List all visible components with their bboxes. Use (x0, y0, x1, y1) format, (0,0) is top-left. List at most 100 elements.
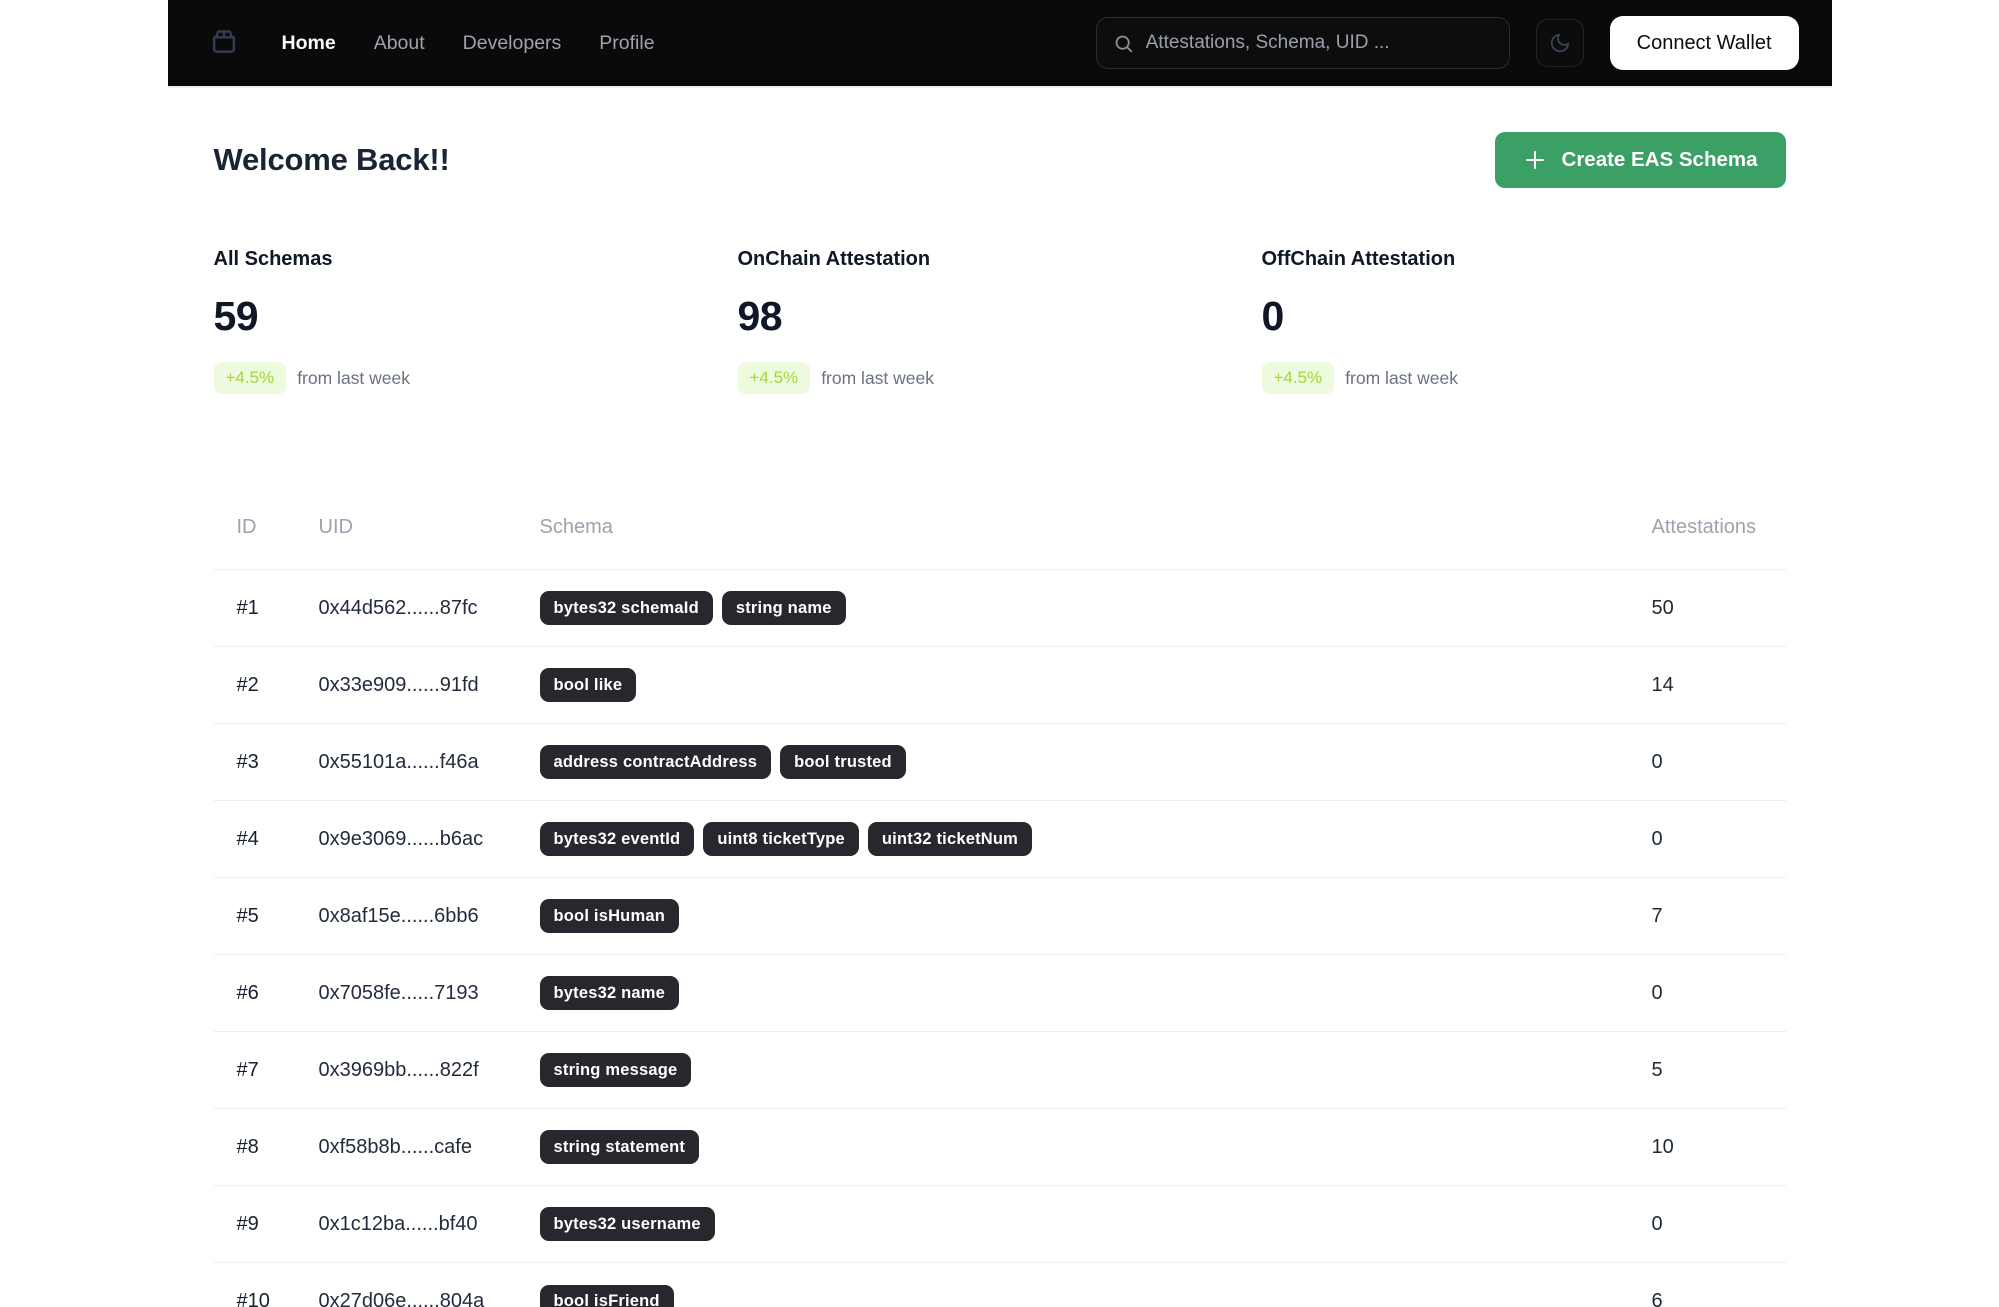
stat-card: All Schemas 59 +4.5% from last week (213, 248, 738, 394)
stat-label: All Schemas (213, 248, 333, 270)
stat-delta-row: +4.5% from last week (213, 362, 738, 394)
row-uid: 0x55101a......f46a (318, 750, 479, 773)
table-row[interactable]: #9 0x1c12ba......bf40 bytes32 username 0 (213, 1186, 1786, 1263)
row-id: #4 (236, 827, 259, 850)
row-uid: 0x33e909......91fd (318, 673, 479, 696)
row-uid: 0x3969bb......822f (318, 1058, 479, 1081)
row-uid: 0x7058fe......7193 (318, 981, 479, 1004)
search-input[interactable] (1145, 32, 1493, 54)
row-uid: 0x1c12ba......bf40 (318, 1212, 478, 1235)
table-row[interactable]: #7 0x3969bb......822f string message 5 (213, 1032, 1786, 1109)
schema-field-badge: bytes32 schemaId (539, 591, 713, 625)
table-body: #1 0x44d562......87fc bytes32 schemaId stri… (213, 570, 1786, 1307)
row-attestations: 7 (1651, 904, 1663, 927)
column-header-schema: Schema (539, 516, 613, 538)
row-attestations: 14 (1651, 673, 1674, 696)
row-id: #8 (236, 1135, 259, 1158)
row-id: #5 (236, 904, 259, 927)
row-id: #1 (236, 596, 259, 619)
package-icon (208, 25, 240, 62)
row-id: #3 (236, 750, 259, 773)
table-row[interactable]: #2 0x33e909......91fd bool like 14 (213, 647, 1786, 724)
delta-note: from last week (1345, 367, 1458, 388)
stats-row: All Schemas 59 +4.5% from last week OnChain … (213, 248, 1786, 394)
schema-field-badge: string message (539, 1053, 692, 1087)
stat-delta-row: +4.5% from last week (737, 362, 1262, 394)
table-row[interactable]: #1 0x44d562......87fc bytes32 schemaId stri… (213, 570, 1786, 647)
row-schema: bytes32 eventId uint8 ticketType uint32 ti… (539, 822, 1652, 856)
schema-field-badge: uint8 ticketType (703, 822, 859, 856)
column-header-attestations: Attestations (1651, 516, 1757, 538)
row-id: #2 (236, 673, 259, 696)
plus-icon (1523, 148, 1547, 172)
table-row[interactable]: #8 0xf58b8b......cafe string statement 10 (213, 1109, 1786, 1186)
page-title: Welcome Back!! (213, 142, 450, 177)
schema-field-badge: bytes32 username (539, 1207, 715, 1241)
schema-field-badge: bool isFriend (539, 1284, 674, 1307)
top-navbar: Home About Developers Profile Connect Wa… (167, 0, 1832, 86)
table-row[interactable]: #4 0x9e3069......b6ac bytes32 eventId uint8… (213, 801, 1786, 878)
stat-label: OnChain Attestation (737, 248, 931, 270)
row-attestations: 0 (1651, 750, 1663, 773)
theme-toggle-button[interactable] (1535, 19, 1584, 67)
delta-note: from last week (821, 367, 934, 388)
schema-field-badge: bool isHuman (539, 899, 679, 933)
connect-wallet-button[interactable]: Connect Wallet (1609, 16, 1799, 70)
schema-field-badge: uint32 ticketNum (867, 822, 1033, 856)
row-schema: string message (539, 1053, 1652, 1087)
schema-field-badge: string name (721, 591, 846, 625)
row-schema: bytes32 name (539, 976, 1652, 1010)
stat-value: 59 (213, 293, 259, 339)
brand-logo[interactable] (208, 25, 240, 62)
table-row[interactable]: #5 0x8af15e......6bb6 bool isHuman 7 (213, 878, 1786, 955)
row-schema: bool isHuman (539, 899, 1652, 933)
moon-icon (1549, 32, 1571, 54)
schema-field-badge: bool trusted (780, 745, 906, 779)
nav-links: Home About Developers Profile (282, 32, 655, 55)
row-schema: bool like (539, 668, 1652, 702)
stat-card: OffChain Attestation 0 +4.5% from last week (1261, 248, 1786, 394)
row-attestations: 6 (1651, 1290, 1663, 1307)
schema-field-badge: bytes32 eventId (539, 822, 695, 856)
row-schema: string statement (539, 1130, 1652, 1164)
stat-card: OnChain Attestation 98 +4.5% from last week (737, 248, 1262, 394)
schema-table: ID UID Schema Attestations #1 0x44d562...… (213, 516, 1786, 1307)
row-schema: bytes32 username (539, 1207, 1652, 1241)
delta-badge: +4.5% (213, 362, 287, 394)
row-id: #7 (236, 1058, 259, 1081)
schema-field-badge: string statement (539, 1130, 700, 1164)
row-attestations: 10 (1651, 1135, 1674, 1158)
delta-badge: +4.5% (737, 362, 811, 394)
row-uid: 0x44d562......87fc (318, 596, 478, 619)
stat-label: OffChain Attestation (1261, 248, 1456, 270)
column-header-id: ID (236, 516, 257, 538)
stat-value: 0 (1261, 293, 1285, 339)
row-attestations: 0 (1651, 827, 1663, 850)
search-box[interactable] (1095, 17, 1510, 69)
nav-link-about[interactable]: About (374, 32, 425, 55)
main-content: Welcome Back!! Create EAS Schema All Sch… (168, 132, 1832, 1307)
nav-link-home[interactable]: Home (282, 32, 336, 55)
table-row[interactable]: #10 0x27d06e......804a bool isFriend 6 (214, 1263, 1786, 1307)
row-uid: 0x9e3069......b6ac (318, 827, 484, 850)
delta-badge: +4.5% (1261, 362, 1335, 394)
nav-link-developers[interactable]: Developers (463, 32, 562, 55)
row-uid: 0x8af15e......6bb6 (318, 904, 479, 927)
row-attestations: 0 (1651, 1212, 1663, 1235)
row-attestations: 0 (1651, 981, 1663, 1004)
page-container: Home About Developers Profile Connect Wa… (167, 0, 1832, 1307)
row-schema: bool isFriend (539, 1284, 1652, 1307)
row-id: #10 (236, 1290, 270, 1307)
schema-field-badge: address contractAddress (539, 745, 772, 779)
create-button-label: Create EAS Schema (1561, 148, 1758, 171)
row-schema: address contractAddress bool trusted (539, 745, 1652, 779)
stat-delta-row: +4.5% from last week (1261, 362, 1786, 394)
nav-link-profile[interactable]: Profile (599, 32, 654, 55)
stat-value: 98 (737, 293, 783, 339)
table-row[interactable]: #6 0x7058fe......7193 bytes32 name 0 (213, 955, 1786, 1032)
row-schema: bytes32 schemaId string name (539, 591, 1652, 625)
create-eas-schema-button[interactable]: Create EAS Schema (1494, 132, 1786, 188)
table-row[interactable]: #3 0x55101a......f46a address contractAddr… (213, 724, 1786, 801)
schema-field-badge: bool like (539, 668, 637, 702)
table-header: ID UID Schema Attestations (213, 516, 1786, 570)
